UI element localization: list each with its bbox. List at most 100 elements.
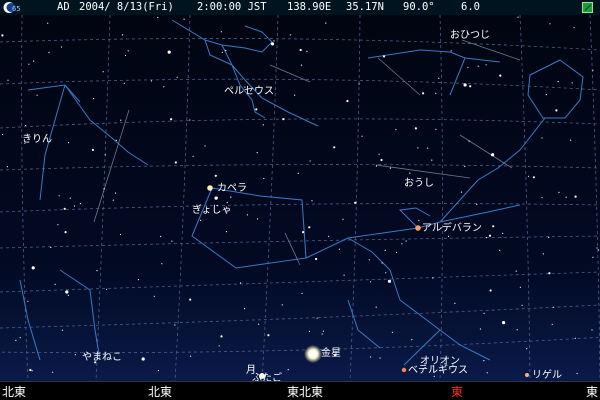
background-star xyxy=(380,158,383,162)
background-star xyxy=(6,166,8,168)
status-era: AD xyxy=(57,1,70,13)
background-star xyxy=(19,337,21,339)
background-star xyxy=(256,152,258,154)
background-star xyxy=(325,22,327,24)
background-star xyxy=(409,172,411,174)
background-star xyxy=(102,71,104,73)
background-star xyxy=(483,360,485,362)
label-taurus[interactable]: おうし xyxy=(404,177,434,189)
background-star xyxy=(243,308,246,310)
background-star xyxy=(123,82,125,84)
background-star xyxy=(36,94,38,96)
background-star xyxy=(432,277,434,279)
label-gemini-partial[interactable]: ふたご xyxy=(252,371,282,381)
background-star xyxy=(488,234,492,237)
background-star xyxy=(74,354,76,356)
background-star xyxy=(379,357,381,359)
background-star xyxy=(411,339,413,341)
background-star xyxy=(491,153,495,157)
background-star xyxy=(375,165,377,167)
background-star xyxy=(492,225,495,228)
background-star xyxy=(214,174,217,177)
label-aldebaran[interactable]: アルデバラン xyxy=(422,221,482,234)
horizon-label-east-right: 東 xyxy=(585,385,599,399)
venus-planet[interactable] xyxy=(309,350,317,358)
background-star xyxy=(316,317,318,319)
label-aries[interactable]: おひつじ xyxy=(450,29,490,41)
background-star xyxy=(489,289,492,292)
background-star xyxy=(270,42,275,46)
background-star xyxy=(67,294,69,296)
background-star xyxy=(48,52,50,54)
background-star xyxy=(216,196,218,199)
background-star xyxy=(190,355,192,357)
background-star xyxy=(422,92,425,95)
background-star xyxy=(447,235,450,237)
background-star xyxy=(93,98,95,100)
display-toggle-button[interactable] xyxy=(582,2,593,13)
background-star xyxy=(381,262,383,264)
sky-background xyxy=(0,15,600,381)
background-star xyxy=(358,83,360,85)
background-star xyxy=(517,16,519,18)
background-star xyxy=(79,203,81,205)
background-star xyxy=(157,370,159,372)
label-venus[interactable]: 金星 xyxy=(321,346,341,359)
label-perseus[interactable]: ペルセウス xyxy=(224,85,274,97)
background-star xyxy=(287,369,289,371)
background-star xyxy=(60,46,63,48)
background-star xyxy=(189,298,192,301)
background-star xyxy=(401,243,403,245)
status-time: 2:00:00 JST xyxy=(197,1,267,13)
background-star xyxy=(375,306,377,308)
background-star xyxy=(541,137,543,139)
background-star xyxy=(301,292,303,294)
background-star xyxy=(555,109,558,112)
background-star xyxy=(389,167,391,169)
background-star xyxy=(167,50,171,54)
betelgeuse-star[interactable] xyxy=(401,367,407,373)
background-star xyxy=(31,266,35,270)
background-star xyxy=(368,259,370,261)
label-camelopardalis[interactable]: きりん xyxy=(22,133,52,145)
capella-star[interactable] xyxy=(207,185,213,191)
background-star xyxy=(519,286,522,288)
background-star xyxy=(220,31,222,33)
background-star xyxy=(73,205,76,207)
rigel-star[interactable] xyxy=(525,373,529,377)
label-auriga[interactable]: ぎょしゃ xyxy=(192,203,232,216)
background-star xyxy=(469,85,472,88)
background-star xyxy=(526,348,528,350)
label-betelgeuse[interactable]: ベテルギウス xyxy=(408,364,468,376)
background-star xyxy=(57,224,59,226)
background-star xyxy=(54,283,56,285)
background-star xyxy=(163,86,165,88)
background-star xyxy=(571,82,573,84)
background-star xyxy=(297,172,299,174)
background-star xyxy=(391,331,393,333)
background-star xyxy=(370,356,372,358)
label-rigel[interactable]: リゲル xyxy=(532,369,562,381)
horizon-label-ene: 東北東 xyxy=(286,385,324,399)
background-star xyxy=(328,235,330,237)
background-star xyxy=(302,231,305,234)
background-star xyxy=(221,51,223,54)
background-star xyxy=(527,175,530,177)
background-star xyxy=(127,50,129,52)
background-star xyxy=(598,249,600,251)
background-star xyxy=(361,135,363,137)
background-star xyxy=(67,142,70,144)
background-star xyxy=(192,155,194,157)
star-map[interactable]: ペルセウス おひつじ きりん ぎょしゃ おうし やまねこ オリオン カペラ アル… xyxy=(0,15,600,381)
background-star xyxy=(124,54,127,57)
status-latitude: 35.17N xyxy=(346,1,384,13)
label-capella[interactable]: カペラ xyxy=(217,182,247,194)
aldebaran-star[interactable] xyxy=(415,225,421,231)
background-star xyxy=(315,257,318,261)
label-lynx[interactable]: やまねこ xyxy=(82,351,122,363)
background-star xyxy=(591,329,593,331)
background-star xyxy=(483,312,485,314)
background-star xyxy=(119,233,122,236)
background-star xyxy=(69,197,71,199)
background-star xyxy=(120,119,122,121)
